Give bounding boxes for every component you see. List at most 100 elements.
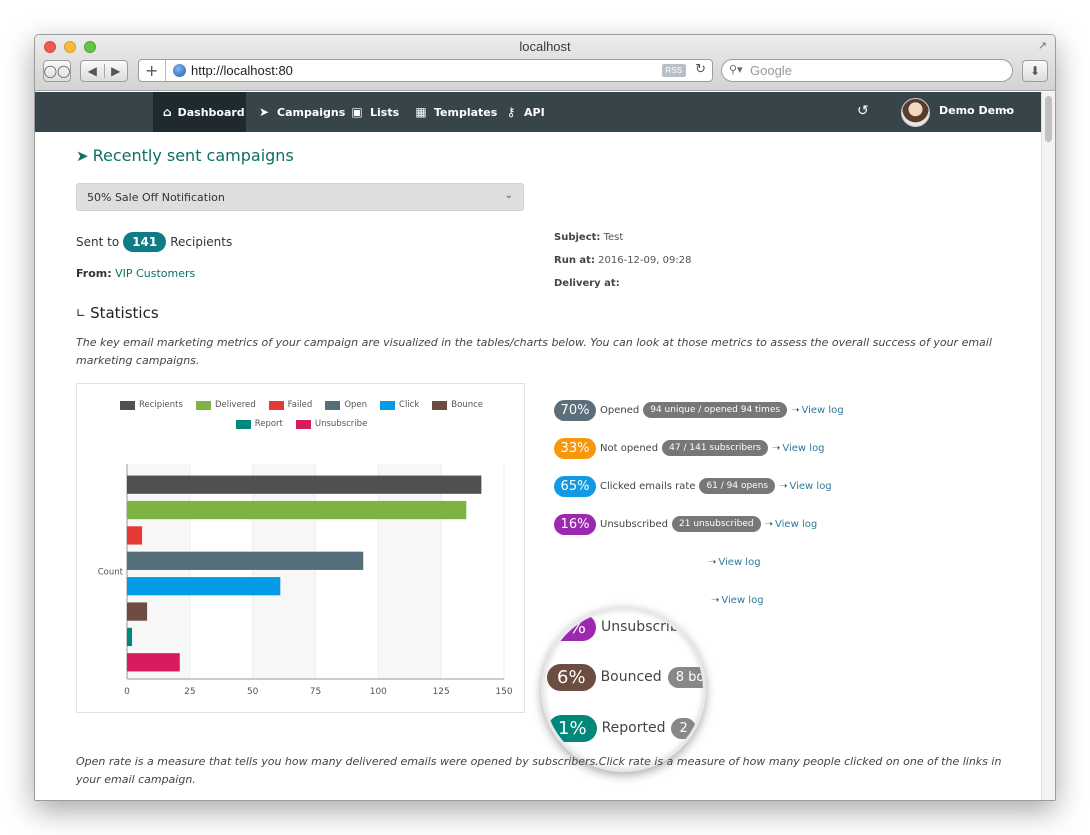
from-label: From: bbox=[76, 267, 112, 280]
search-placeholder: Google bbox=[750, 63, 792, 78]
stat-row: ➝ View log bbox=[707, 588, 764, 612]
magnified-stat-row: 6%Bounced 8 bou bbox=[547, 662, 703, 692]
new-tab-icon[interactable]: + bbox=[145, 61, 158, 80]
stat-row: 70% Opened 94 unique / opened 94 times ➝ Vie… bbox=[554, 398, 844, 422]
back-forward-buttons[interactable]: ◀ ▶ bbox=[80, 60, 128, 82]
arrow-right-icon: ➝ bbox=[791, 404, 800, 416]
avatar[interactable] bbox=[901, 98, 930, 127]
page-title: ➤ Recently sent campaigns bbox=[76, 146, 294, 165]
x-tick-label: 125 bbox=[433, 687, 450, 697]
grid-band bbox=[378, 464, 442, 679]
view-log-label: View log bbox=[789, 480, 832, 492]
magnified-percent-badge: 1% bbox=[548, 714, 597, 742]
campaign-meta: Subject: Test Run at: 2016-12-09, 09:28 … bbox=[554, 226, 691, 295]
view-log-link[interactable]: ➝ View log bbox=[765, 519, 818, 530]
grid-band bbox=[127, 464, 190, 679]
magnified-percent-badge: 6% bbox=[547, 663, 596, 691]
url-text[interactable]: http://localhost:80 bbox=[191, 63, 293, 78]
view-log-link[interactable]: ➝ View log bbox=[711, 595, 764, 606]
magnified-label: Bounced bbox=[600, 669, 662, 685]
template-icon: ▦ bbox=[415, 105, 427, 119]
campaign-select[interactable]: 50% Sale Off Notification ⌄ bbox=[76, 183, 524, 211]
chevron-down-icon[interactable]: ⌄ bbox=[1002, 103, 1010, 114]
nav-label: Lists bbox=[370, 105, 400, 119]
history-icon[interactable]: ↺ bbox=[857, 103, 869, 119]
x-tick-label: 25 bbox=[184, 687, 195, 697]
stat-row: ➝ View log bbox=[704, 550, 761, 574]
magnified-label: Reported bbox=[601, 720, 666, 736]
arrow-right-icon: ➝ bbox=[779, 480, 788, 492]
view-log-label: View log bbox=[718, 556, 761, 568]
bar-click bbox=[127, 577, 281, 596]
percent-badge: 70% bbox=[554, 399, 596, 421]
delivery-at-label: Delivery at: bbox=[554, 278, 620, 289]
chevron-down-icon: ⌄ bbox=[504, 190, 513, 201]
view-log-link[interactable]: ➝ View log bbox=[708, 557, 761, 568]
key-icon: ⚷ bbox=[506, 105, 516, 119]
magnified-detail-badge: 8 bou bbox=[667, 666, 703, 688]
sent-to-line: Sent to 141 Recipients bbox=[76, 232, 232, 252]
view-log-link[interactable]: ➝ View log bbox=[791, 405, 844, 416]
nav-dashboard[interactable]: ⌂ Dashboard bbox=[153, 92, 246, 132]
page-viewport: ⌂ Dashboard ➤ Campaigns ▣ Lists ▦ Templa… bbox=[35, 92, 1042, 800]
percent-badge: 16% bbox=[554, 513, 596, 535]
statistics-description: The key email marketing metrics of your … bbox=[76, 336, 992, 367]
url-divider bbox=[165, 60, 166, 81]
bar-unsubscribe bbox=[127, 653, 180, 672]
recipients-count-badge: 141 bbox=[123, 232, 167, 252]
percent-badge: 65% bbox=[554, 475, 596, 497]
subject-value: Test bbox=[603, 232, 624, 243]
statistics-title-text: Statistics bbox=[90, 304, 159, 322]
window-title: localhost bbox=[519, 39, 571, 54]
stat-detail-badge: 94 unique / opened 94 times bbox=[643, 402, 788, 418]
x-tick-label: 75 bbox=[310, 687, 321, 697]
paper-plane-icon: ➤ bbox=[76, 146, 89, 165]
address-bar[interactable]: + http://localhost:80 RSS ↻ bbox=[138, 59, 713, 82]
x-tick-label: 150 bbox=[495, 687, 512, 697]
scroll-thumb[interactable] bbox=[1045, 96, 1052, 142]
grid-band bbox=[252, 464, 316, 679]
stat-detail-badge: 47 / 141 subscribers bbox=[662, 440, 768, 456]
x-tick-label: 50 bbox=[247, 687, 259, 697]
nav-label: Templates bbox=[434, 105, 498, 119]
address-book-icon: ▣ bbox=[351, 105, 363, 119]
stat-detail-badge: 61 / 94 opens bbox=[699, 478, 776, 494]
run-at-value: 2016-12-09, 09:28 bbox=[598, 255, 692, 266]
view-log-label: View log bbox=[801, 404, 844, 416]
sent-to-suffix: Recipients bbox=[170, 235, 233, 249]
magnified-stat-row: 16% Unsubscrib bbox=[544, 612, 679, 642]
bar-recipients bbox=[127, 475, 482, 494]
back-icon[interactable]: ◀ bbox=[81, 64, 105, 78]
bar-bounce bbox=[127, 602, 148, 621]
nav-lists[interactable]: ▣ Lists bbox=[340, 92, 409, 132]
downloads-button[interactable]: ⬇ bbox=[1022, 60, 1048, 82]
stat-row: 16% Unsubscribed 21 unsubscribed ➝ View log bbox=[554, 512, 817, 536]
stat-row: 33% Not opened 47 / 141 subscribers ➝ View l… bbox=[554, 436, 825, 460]
fullscreen-icon[interactable]: ↗ bbox=[1038, 39, 1047, 52]
percent-badge: 33% bbox=[554, 437, 596, 459]
rss-badge[interactable]: RSS bbox=[661, 64, 686, 77]
statistics-footnote: Open rate is a measure that tells you ho… bbox=[76, 755, 1002, 786]
nav-templates[interactable]: ▦ Templates bbox=[404, 92, 507, 132]
view-log-link[interactable]: ➝ View log bbox=[772, 443, 825, 454]
nav-label: API bbox=[524, 105, 545, 119]
forward-icon[interactable]: ▶ bbox=[105, 64, 128, 78]
reload-icon[interactable]: ↻ bbox=[695, 62, 706, 77]
nav-api[interactable]: ⚷ API bbox=[494, 92, 555, 132]
browser-window: localhost ↗ ◯◯ ◀ ▶ + http://localhost:80… bbox=[34, 34, 1056, 801]
bar-report bbox=[127, 627, 133, 647]
search-field[interactable]: ⚲▾ Google bbox=[721, 59, 1013, 82]
view-log-label: View log bbox=[782, 442, 825, 454]
home-icon: ⌂ bbox=[163, 105, 172, 119]
view-log-link[interactable]: ➝ View log bbox=[779, 481, 832, 492]
nav-label: Campaigns bbox=[277, 105, 346, 119]
paper-plane-icon: ➤ bbox=[258, 105, 270, 119]
reading-list-button[interactable]: ◯◯ bbox=[43, 60, 71, 82]
magnified-stat-row: 1% Reported 2 bbox=[548, 713, 696, 743]
glasses-icon: ◯◯ bbox=[43, 64, 71, 78]
from-line: From: VIP Customers bbox=[76, 267, 195, 280]
browser-titlebar: localhost ↗ ◯◯ ◀ ▶ + http://localhost:80… bbox=[35, 35, 1055, 91]
vertical-scrollbar[interactable] bbox=[1041, 92, 1055, 800]
bar-open bbox=[127, 551, 364, 570]
stat-row: 65% Clicked emails rate 61 / 94 opens ➝ View… bbox=[554, 474, 832, 498]
